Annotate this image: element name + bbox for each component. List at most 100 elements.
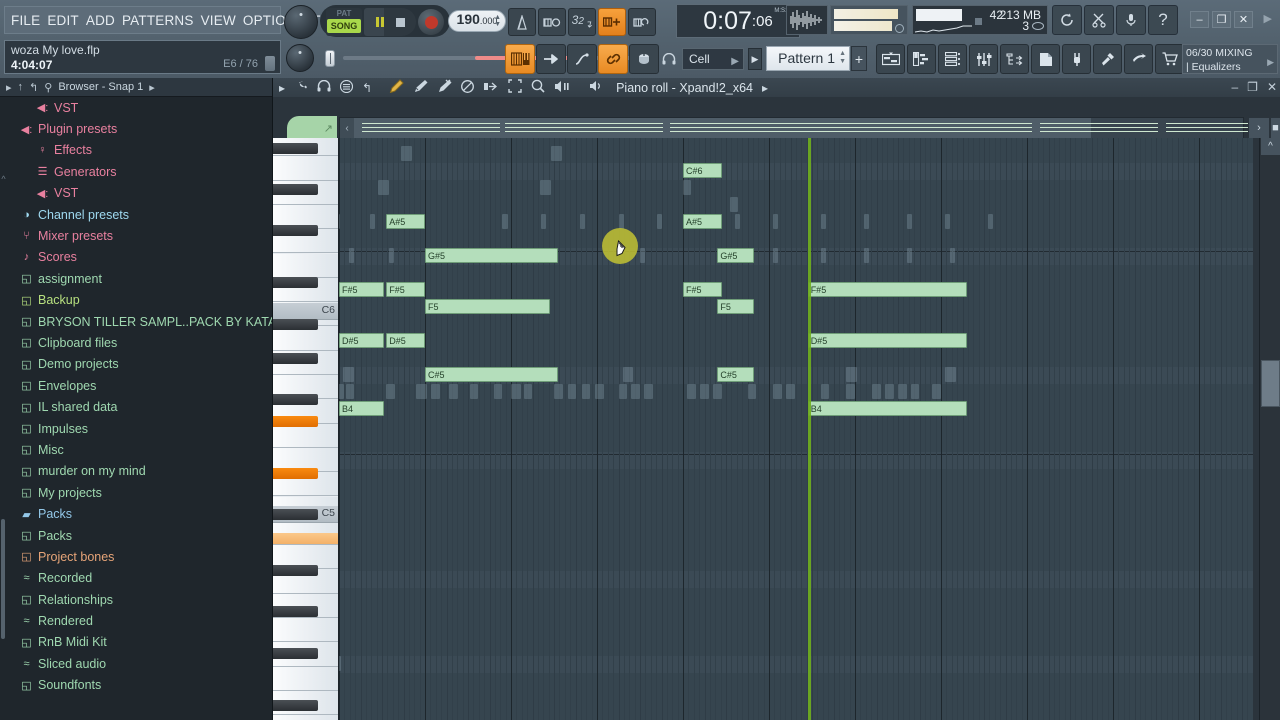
pattern-selector[interactable]: Pattern 1 ▲ ▼ [766, 46, 850, 71]
piano-roll-close-button[interactable]: ✕ [1267, 80, 1277, 94]
playback-icon[interactable] [554, 80, 570, 96]
menu-item-add[interactable]: ADD [86, 13, 115, 28]
song-pattern-toggle[interactable]: PAT SONG [326, 8, 362, 36]
piano-roll-note[interactable]: C#6 [683, 163, 722, 178]
wait-for-input-button[interactable] [538, 8, 566, 36]
instrument-speaker-icon[interactable] [589, 80, 603, 95]
hint-panel[interactable]: 06/30 MIXING | Equalizers ▶ [1182, 44, 1278, 74]
browser-item-il-shared-data[interactable]: ◱ IL shared data [8, 396, 272, 417]
tempo-display[interactable]: 190 .000 ▲ ▼ [448, 10, 506, 32]
browser-item-mixer-presets[interactable]: ⑂ Mixer presets [8, 225, 272, 246]
browser-item-impulses[interactable]: ◱ Impulses [8, 418, 272, 439]
slider-handle[interactable] [325, 50, 335, 67]
note-grid[interactable]: C#6 A#5 A#5 G#5 G#5 F#5 F#5 F#5 F#5 F5 F5 D#5 D#5 D#5… [339, 138, 1253, 720]
select-icon[interactable] [508, 79, 522, 96]
browser-item-channel-presets[interactable]: ◑ Channel presets [8, 204, 272, 225]
shop-button[interactable] [1155, 44, 1184, 74]
cut-tool-button[interactable] [1084, 5, 1114, 35]
minimize-button[interactable]: – [1190, 11, 1209, 28]
piano-roll-note[interactable]: F#5 [683, 282, 722, 297]
menu-icon[interactable] [339, 79, 354, 96]
piano-white-key[interactable] [273, 253, 338, 278]
piano-black-key[interactable] [273, 394, 318, 405]
restore-button[interactable]: ❐ [1212, 11, 1231, 28]
metronome-button[interactable] [508, 8, 536, 36]
link-button[interactable] [598, 44, 628, 74]
browser-item-my-projects[interactable]: ◱ My projects [8, 482, 272, 503]
piano-roll-title-arrow-icon[interactable]: ▸ [762, 81, 768, 95]
cell-next-button[interactable]: ▶ [748, 48, 762, 70]
overview-menu-button[interactable]: ■ [1270, 117, 1280, 139]
scroll-thumb[interactable] [1, 519, 5, 639]
mixer-knob-button[interactable] [629, 44, 659, 74]
piano-roll-note[interactable]: D#5 [339, 333, 384, 348]
browser-item-project-bones[interactable]: ◱ Project bones [8, 546, 272, 567]
piano-black-key[interactable] [273, 225, 318, 236]
browser-button[interactable] [1000, 44, 1029, 74]
zoom-icon[interactable] [531, 79, 545, 96]
browser-item-misc[interactable]: ◱ Misc [8, 439, 272, 460]
piano-roll-restore-button[interactable]: ❐ [1247, 80, 1258, 94]
menu-item-patterns[interactable]: PATTERNS [122, 13, 194, 28]
piano-black-key[interactable] [273, 533, 338, 544]
overview-scroll-left-icon[interactable]: ‹ [340, 118, 354, 138]
piano-black-key[interactable] [273, 353, 318, 364]
typing-keyboard-button[interactable] [505, 44, 535, 74]
piano-roll-note[interactable]: D#5 [386, 333, 425, 348]
browser-tree[interactable]: ◀: VST ◀: Plugin presets ♀ Effects ☰ Generators… [8, 97, 272, 720]
wrench-icon[interactable] [294, 80, 308, 96]
headphone-icon[interactable] [317, 79, 331, 95]
browser-up-icon[interactable]: ↑ [18, 81, 24, 93]
piano-roll-note[interactable]: F5 [425, 299, 550, 314]
browser-item-assignment[interactable]: ◱ assignment [8, 268, 272, 289]
piano-black-key[interactable] [273, 184, 318, 195]
search-icon[interactable]: ⚲ [44, 81, 52, 94]
piano-keyboard[interactable]: C6 C5 [273, 138, 339, 720]
delete-icon[interactable] [437, 79, 452, 96]
grid-vertical-scrollbar[interactable]: ^ ∨ [1259, 138, 1280, 720]
project-picker-button[interactable] [1031, 44, 1060, 74]
online-button[interactable] [1124, 44, 1153, 74]
microphone-button[interactable] [1116, 5, 1146, 35]
browser-item-backup[interactable]: ◱ Backup [8, 290, 272, 311]
undo-icon[interactable]: ↰ [362, 81, 372, 95]
browser-item-generators[interactable]: ☰ Generators [8, 161, 272, 182]
browser-item-murder-on-my-mind[interactable]: ◱ murder on my mind [8, 461, 272, 482]
browser-scrollbar[interactable]: ^ [0, 174, 7, 720]
clip-resize-arrow-icon[interactable]: ↗ [324, 122, 333, 135]
piano-roll-button[interactable] [907, 44, 936, 74]
piano-black-key[interactable] [273, 648, 318, 659]
piano-white-key[interactable] [273, 423, 338, 448]
piano-white-key[interactable] [273, 715, 338, 720]
scroll-thumb[interactable] [1261, 360, 1280, 407]
scroll-up-button[interactable]: ^ [1261, 138, 1280, 155]
close-button[interactable]: ✕ [1234, 11, 1253, 28]
piano-white-key[interactable] [273, 156, 338, 181]
piano-octave-key-C6[interactable]: C6 [273, 303, 338, 320]
browser-item-sliced-audio[interactable]: ≈ Sliced audio [8, 653, 272, 674]
piano-black-key[interactable] [273, 416, 318, 427]
piano-black-key[interactable] [273, 700, 318, 711]
plugin-picker-button[interactable] [1062, 44, 1091, 74]
time-display[interactable]: 0:07:06 M:S:CS [676, 4, 800, 38]
browser-item-scores[interactable]: ♪ Scores [8, 247, 272, 268]
record-button[interactable] [418, 9, 444, 35]
browser-item-vst[interactable]: ◀: VST [8, 97, 272, 118]
piano-black-key[interactable] [273, 509, 318, 520]
piano-roll-note[interactable]: D#5 [807, 333, 967, 348]
piano-black-key[interactable] [273, 468, 318, 479]
browser-item-plugin-presets[interactable]: ◀: Plugin presets [8, 118, 272, 139]
snap-arrow-button[interactable] [536, 44, 566, 74]
loop-record-button[interactable] [628, 8, 656, 36]
piano-white-key[interactable] [273, 326, 338, 351]
piano-roll-note[interactable]: F5 [717, 299, 755, 314]
master-volume-knob[interactable] [284, 5, 318, 39]
browser-item-vst[interactable]: ◀: VST [8, 183, 272, 204]
piano-roll-note[interactable]: B4 [339, 401, 384, 416]
scroll-up-icon[interactable]: ^ [0, 174, 7, 184]
automation-curve-button[interactable] [567, 44, 597, 74]
overview-scroll-right-button[interactable]: › [1248, 117, 1270, 139]
piano-roll-note[interactable]: A#5 [683, 214, 722, 229]
piano-white-key[interactable] [273, 666, 338, 691]
browser-item-rnb-midi-kit[interactable]: ◱ RnB Midi Kit [8, 632, 272, 653]
